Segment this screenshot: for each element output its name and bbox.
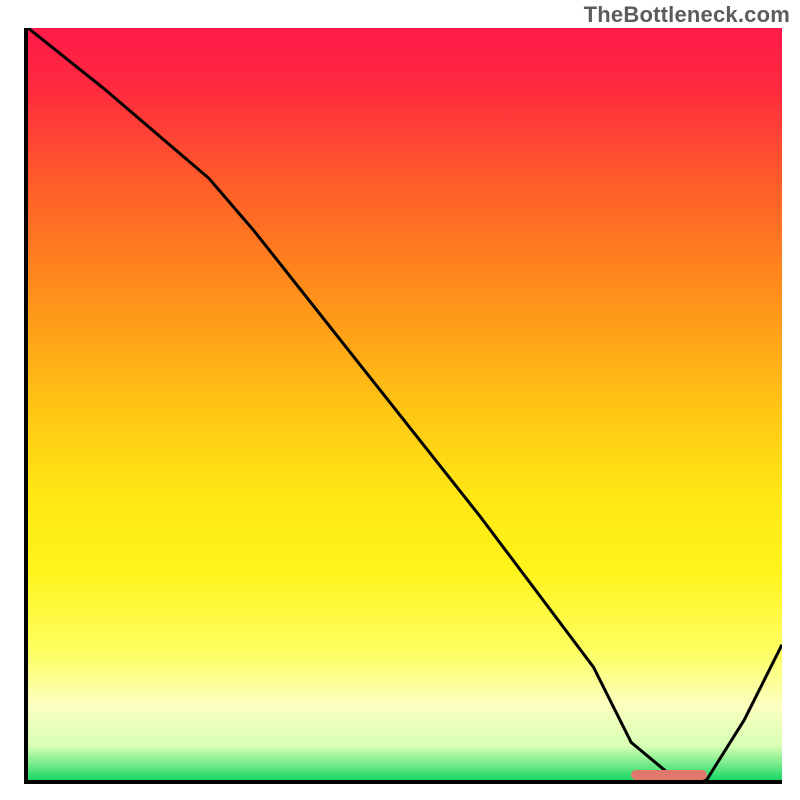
- watermark-text: TheBottleneck.com: [584, 2, 790, 28]
- plot-outer: [24, 28, 782, 784]
- curve-layer: [28, 28, 782, 780]
- optimal-range-marker: [631, 770, 706, 780]
- plot-area: [28, 28, 782, 780]
- x-axis: [24, 780, 782, 784]
- chart-frame: TheBottleneck.com: [0, 0, 800, 800]
- bottleneck-curve: [28, 28, 782, 780]
